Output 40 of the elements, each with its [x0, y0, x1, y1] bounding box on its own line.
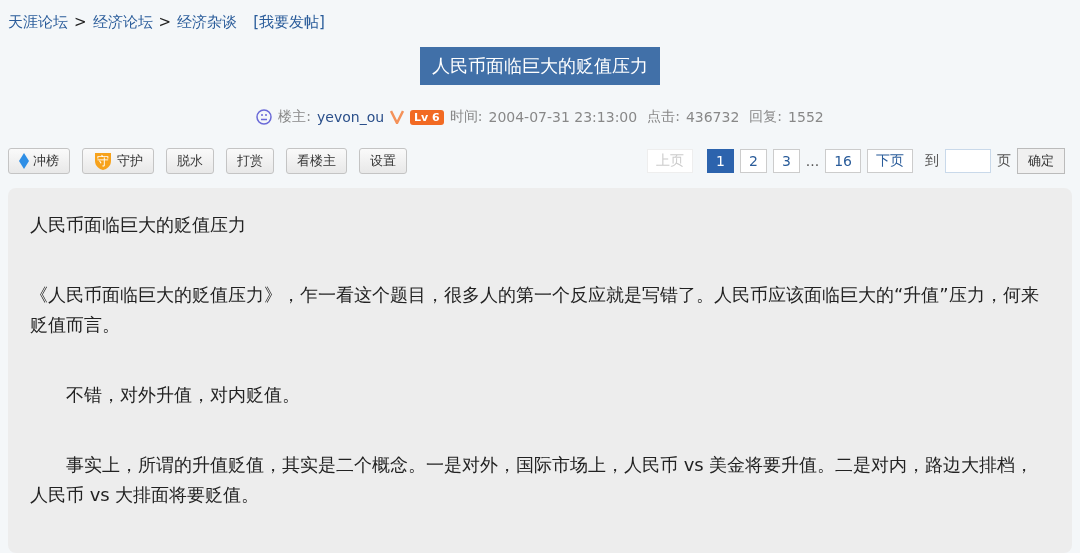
action-button[interactable]: 打赏	[226, 148, 274, 174]
goto-label: 到	[925, 152, 939, 170]
breadcrumb-link[interactable]: 天涯论坛	[8, 12, 68, 32]
post-paragraph: 事实上，所谓的升值贬值，其实是二个概念。一是对外，国际市场上，人民币 vs 美金将要升值。二是对内，路边大排档，人民币 vs 大排面将要贬值。	[30, 453, 1035, 507]
page-link[interactable]: 2	[739, 149, 767, 173]
page-link[interactable]: 3	[772, 149, 800, 173]
action-button[interactable]: 冲榜	[8, 148, 70, 174]
page-link[interactable]: 16	[825, 149, 861, 173]
action-button[interactable]: 看楼主	[286, 148, 347, 174]
post-time: 2004-07-31 23:13:00	[488, 109, 638, 125]
time-label: 时间:	[449, 108, 483, 126]
shield-badge: 守	[93, 151, 113, 171]
author-link[interactable]: yevon_ou	[317, 109, 385, 125]
v-icon	[390, 110, 405, 124]
page-link[interactable]: 1	[707, 149, 734, 173]
breadcrumb-separator: >	[74, 13, 87, 31]
breadcrumb-separator: >	[158, 13, 172, 31]
clicks-label: 点击:	[647, 108, 680, 126]
action-button[interactable]: 脱水	[166, 148, 214, 174]
level-badge: Lv 6	[410, 109, 444, 125]
page-label: 页	[997, 152, 1011, 170]
clicks-count: 436732	[685, 109, 740, 125]
pagination-ellipsis: ...	[805, 153, 820, 169]
author-label: 楼主:	[278, 108, 311, 126]
diamond-icon	[19, 153, 29, 169]
action-button[interactable]: 守 守护	[82, 148, 154, 174]
breadcrumb-link[interactable]: 经济杂谈	[177, 12, 238, 32]
breadcrumb-link[interactable]: 经济论坛	[92, 12, 153, 32]
post-paragraph: 《人民币面临巨大的贬值压力》，乍一看这个题目，很多人的第一个反应就是写错了。人民币应该面临巨大的“升值”压力，何来贬值而言。	[30, 283, 1040, 337]
replies-label: 回复:	[749, 108, 783, 126]
face-icon	[256, 109, 273, 125]
page-link[interactable]: 下页	[867, 149, 913, 173]
new-post-link[interactable]: [我要发帖]	[253, 12, 325, 32]
page-input[interactable]	[945, 149, 991, 173]
post-paragraph: 人民币面临巨大的贬值压力	[30, 213, 247, 237]
confirm-button[interactable]: 确定	[1017, 148, 1065, 174]
replies-count: 1552	[788, 109, 824, 125]
post-paragraph: 不错，对外升值，对内贬值。	[65, 383, 301, 407]
post-title: 人民币面临巨大的贬值压力	[420, 47, 660, 85]
action-button[interactable]: 设置	[359, 148, 407, 174]
